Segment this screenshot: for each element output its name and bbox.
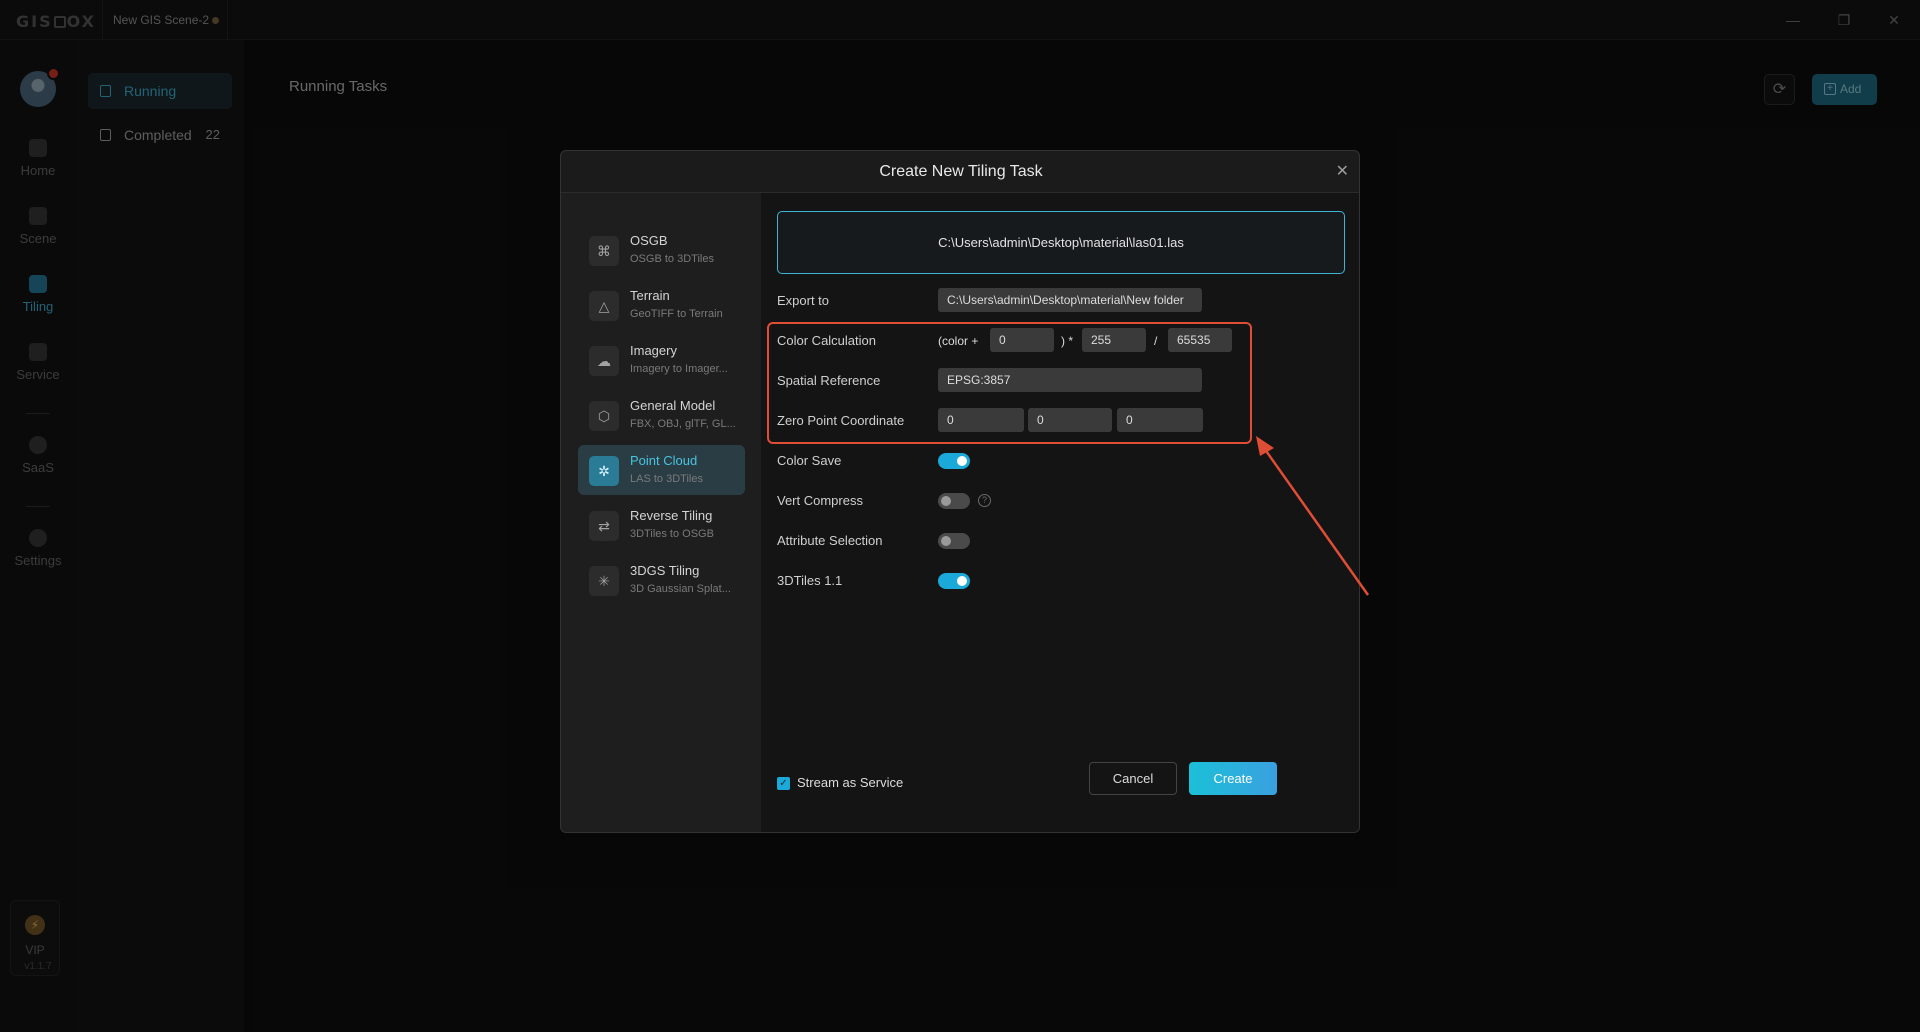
tool-name: Point Cloud [630, 453, 698, 468]
tool-desc: 3DTiles to OSGB [630, 528, 714, 540]
tool-reverse-tiling[interactable]: ⇄ Reverse Tiling 3DTiles to OSGB [578, 500, 745, 550]
export-label: Export to [777, 293, 830, 308]
annotation-arrow [1256, 436, 1370, 596]
imagery-icon: ☁ [589, 346, 619, 376]
annotation-highlight-box [767, 322, 1252, 444]
tool-desc: FBX, OBJ, glTF, GL... [630, 418, 736, 430]
tool-name: Reverse Tiling [630, 508, 713, 523]
tool-imagery[interactable]: ☁ Imagery Imagery to Imager... [578, 335, 745, 385]
tool-name: OSGB [630, 233, 668, 248]
attribute-selection-toggle[interactable] [938, 533, 970, 549]
point-cloud-icon: ✲ [589, 456, 619, 486]
tool-desc: 3D Gaussian Splat... [630, 583, 731, 595]
3dtiles-11-toggle[interactable] [938, 573, 970, 589]
tool-desc: LAS to 3DTiles [630, 473, 703, 485]
help-icon[interactable]: ? [978, 494, 991, 507]
tool-name: Terrain [630, 288, 670, 303]
tool-3dgs-tiling[interactable]: ✳ 3DGS Tiling 3D Gaussian Splat... [578, 555, 745, 605]
tool-desc: GeoTIFF to Terrain [630, 308, 723, 320]
vert-compress-toggle[interactable] [938, 493, 970, 509]
color-save-label: Color Save [777, 453, 842, 468]
create-tiling-dialog: Create New Tiling Task ✕ ⌘ OSGB OSGB to … [560, 150, 1360, 833]
vert-compress-label: Vert Compress [777, 493, 863, 508]
3dtiles-11-label: 3DTiles 1.1 [777, 573, 843, 588]
terrain-icon: △ [589, 291, 619, 321]
tool-desc: Imagery to Imager... [630, 363, 728, 375]
model-icon: ⬡ [589, 401, 619, 431]
close-icon[interactable]: ✕ [1336, 151, 1349, 193]
attribute-selection-label: Attribute Selection [777, 533, 883, 548]
tool-name: 3DGS Tiling [630, 563, 700, 578]
stream-service-checkbox[interactable]: ✓ [777, 777, 790, 790]
export-path-input[interactable]: C:\Users\admin\Desktop\material\New fold… [938, 288, 1202, 312]
tool-name: Imagery [630, 343, 677, 358]
dialog-header: Create New Tiling Task ✕ [561, 151, 1359, 193]
tool-terrain[interactable]: △ Terrain GeoTIFF to Terrain [578, 280, 745, 330]
stream-service-label: Stream as Service [797, 775, 904, 790]
3dgs-icon: ✳ [589, 566, 619, 596]
color-save-toggle[interactable] [938, 453, 970, 469]
tool-general-model[interactable]: ⬡ General Model FBX, OBJ, glTF, GL... [578, 390, 745, 440]
tool-osgb[interactable]: ⌘ OSGB OSGB to 3DTiles [578, 225, 745, 275]
tool-point-cloud[interactable]: ✲ Point Cloud LAS to 3DTiles [578, 445, 745, 495]
input-file-box[interactable]: C:\Users\admin\Desktop\material\las01.la… [777, 211, 1345, 274]
create-button[interactable]: Create [1189, 762, 1277, 795]
tool-desc: OSGB to 3DTiles [630, 253, 714, 265]
cancel-button[interactable]: Cancel [1089, 762, 1177, 795]
dialog-title: Create New Tiling Task [879, 163, 1043, 180]
osgb-icon: ⌘ [589, 236, 619, 266]
reverse-tiling-icon: ⇄ [589, 511, 619, 541]
tool-name: General Model [630, 398, 716, 413]
tool-list: ⌘ OSGB OSGB to 3DTiles △ Terrain GeoTIFF… [561, 193, 761, 832]
